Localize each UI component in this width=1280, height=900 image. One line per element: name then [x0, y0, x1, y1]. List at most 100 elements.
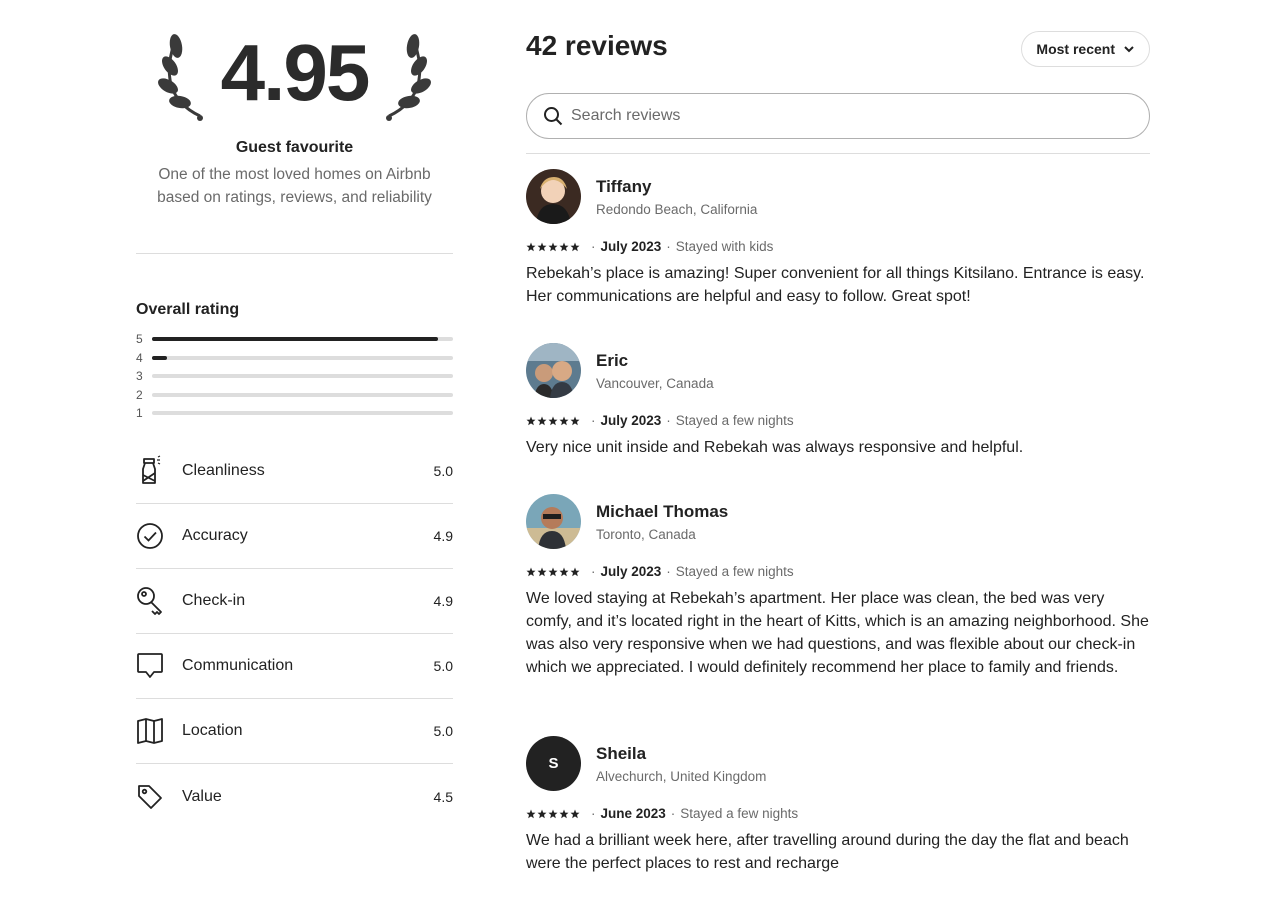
category-label: Check-in: [182, 592, 246, 609]
category-accuracy: Accuracy 4.9: [136, 504, 453, 569]
avatar[interactable]: S: [526, 736, 581, 791]
category-value: 5.0: [433, 723, 453, 739]
star-icon: [526, 416, 536, 425]
rating-bar-track: [152, 392, 453, 397]
rating-star-count: 2: [136, 387, 143, 402]
review-text: Very nice unit inside and Rebekah was al…: [526, 439, 1024, 456]
star-icon: [548, 567, 558, 576]
rating-bar-track: [152, 337, 453, 342]
reviewer-location: Redondo Beach, California: [596, 202, 758, 217]
star-icon: [537, 242, 547, 251]
category-label: Cleanliness: [182, 462, 265, 479]
avatar[interactable]: [526, 494, 581, 549]
divider: [526, 153, 1150, 154]
star-icon: [570, 809, 580, 818]
stay-type: Stayed with kids: [675, 239, 774, 254]
review-meta: · July 2023 · Stayed with kids: [526, 239, 773, 254]
category-label: Location: [182, 722, 243, 739]
review-text: We had a brilliant week here, after trav…: [526, 832, 1129, 872]
rating-bar-fill: [152, 337, 438, 342]
stay-type: Stayed a few nights: [680, 806, 799, 821]
reviewer-location: Vancouver, Canada: [596, 376, 714, 391]
category-value: 4.9: [433, 593, 453, 609]
star-icon: [570, 242, 580, 251]
category-value: 5.0: [433, 658, 453, 674]
avatar[interactable]: [526, 169, 581, 224]
spray-bottle-icon: [136, 455, 182, 487]
category-label: Communication: [182, 657, 294, 674]
check-circle-icon: [136, 520, 182, 552]
reviewer-name: Sheila: [596, 744, 647, 763]
category-value: Value 4.5: [136, 764, 453, 829]
star-icon: [548, 242, 558, 251]
guest-favourite-title: Guest favourite: [235, 139, 354, 156]
message-icon: [136, 650, 182, 682]
star-icon: [526, 567, 536, 576]
review-date: July 2023: [600, 239, 662, 254]
stay-type: Stayed a few nights: [675, 413, 794, 428]
rating-bar-fill: [152, 355, 168, 360]
rating-distribution: 5 4 3 2 1: [136, 330, 453, 423]
rating-distribution-row: 3: [136, 367, 453, 386]
category-value: 4.5: [433, 788, 453, 805]
rating-distribution-row: 1: [136, 404, 453, 423]
review-date: July 2023: [600, 564, 662, 579]
reviewer-name: Tiffany: [596, 177, 652, 196]
rating-bar-track: [152, 374, 453, 379]
rating-star-count: 3: [136, 369, 143, 384]
reviewer-location: Toronto, Canada: [596, 527, 696, 542]
star-icon: [559, 809, 569, 818]
category-location: Location 5.0: [136, 699, 453, 764]
stay-type: Stayed a few nights: [675, 564, 794, 579]
category-cleanliness: Cleanliness 5.0: [136, 439, 453, 504]
sort-dropdown-button[interactable]: Most recent: [1021, 31, 1150, 67]
category-label: Accuracy: [182, 527, 248, 544]
review-meta: · July 2023 · Stayed a few nights: [526, 564, 794, 579]
star-icon: [570, 416, 580, 425]
rating-bar-track: [152, 355, 453, 360]
reviews-count-title: 42 reviews: [526, 30, 668, 61]
rating-distribution-row: 5: [136, 330, 453, 349]
overall-rating-title: Overall rating: [136, 301, 240, 318]
chevron-down-icon: [1124, 46, 1134, 53]
laurel-right-icon: [386, 34, 431, 121]
category-communication: Communication 5.0: [136, 634, 453, 699]
sort-label: Most recent: [1036, 41, 1115, 57]
search-reviews-box[interactable]: [526, 93, 1150, 139]
rating-distribution-row: 2: [136, 386, 453, 405]
category-value: 5.0: [433, 463, 453, 479]
review-meta: · July 2023 · Stayed a few nights: [526, 413, 794, 428]
rating-star-count: 5: [136, 332, 143, 347]
review-text: Rebekah’s place is amazing! Super conven…: [526, 265, 1145, 305]
star-icon: [548, 416, 558, 425]
star-icon: [537, 416, 547, 425]
review-date: June 2023: [600, 806, 666, 821]
guest-favourite-badge: 4.95: [136, 22, 453, 132]
review-date: July 2023: [600, 413, 662, 428]
star-icon: [526, 242, 536, 251]
search-icon: [544, 107, 563, 126]
star-icon: [548, 809, 558, 818]
category-check-in: Check-in 4.9: [136, 569, 453, 634]
reviewer-location: Alvechurch, United Kingdom: [596, 769, 767, 784]
reviewer-name: Michael Thomas: [596, 502, 729, 521]
divider: [136, 253, 453, 254]
reviewer-name: Eric: [596, 351, 629, 370]
star-icon: [537, 567, 547, 576]
avatar[interactable]: [526, 343, 581, 398]
category-label: Value: [182, 787, 222, 805]
star-icon: [570, 567, 580, 576]
star-icon: [559, 242, 569, 251]
map-icon: [136, 715, 182, 747]
rating-distribution-row: 4: [136, 349, 453, 368]
star-rating: [526, 416, 580, 426]
rating-star-count: 4: [136, 350, 143, 365]
guest-favourite-description: One of the most loved homes on Airbnb ba…: [157, 166, 432, 206]
search-reviews-input[interactable]: [571, 107, 1111, 125]
star-icon: [537, 809, 547, 818]
star-rating: [526, 809, 580, 819]
star-rating: [526, 567, 580, 577]
star-icon: [559, 416, 569, 425]
rating-bar-track: [152, 411, 453, 416]
star-icon: [526, 809, 536, 818]
